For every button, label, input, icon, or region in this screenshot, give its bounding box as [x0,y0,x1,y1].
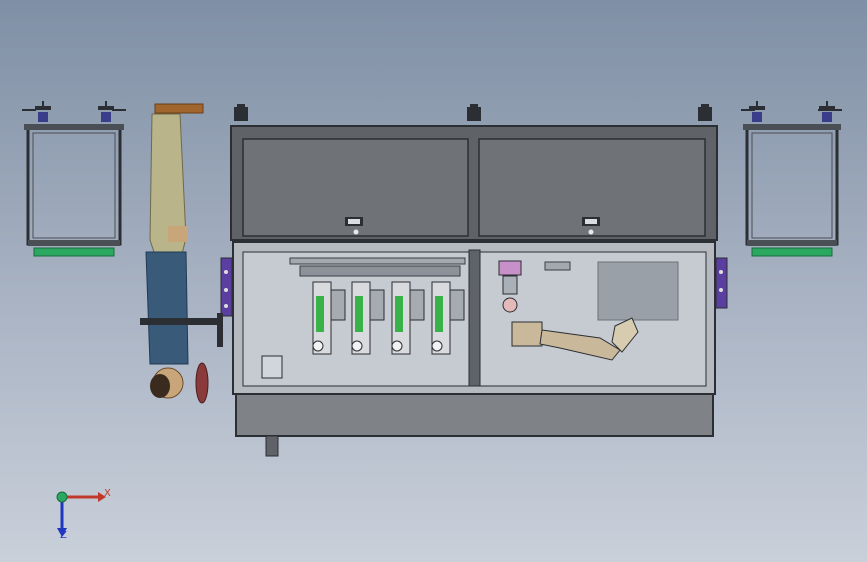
main-machine[interactable] [220,104,728,457]
cad-viewport[interactable]: X Z [0,0,867,562]
right-stand[interactable] [741,101,842,257]
right-control-panel[interactable] [715,257,728,309]
left-stand[interactable] [22,101,126,257]
right-stand-clamp-1 [749,101,765,122]
right-stand-clamp-2 [819,101,835,122]
left-control-panel[interactable] [220,257,233,317]
assembly-drawing [22,101,842,537]
human-figure [140,103,223,404]
left-stand-clamp-1 [35,101,51,122]
x-axis-label: X [104,488,111,499]
top-mount-center [467,104,481,121]
left-stand-clamp-2 [98,101,114,122]
top-mount-right [698,104,712,121]
top-mount-left [234,104,248,121]
z-axis-label: Z [60,530,67,541]
